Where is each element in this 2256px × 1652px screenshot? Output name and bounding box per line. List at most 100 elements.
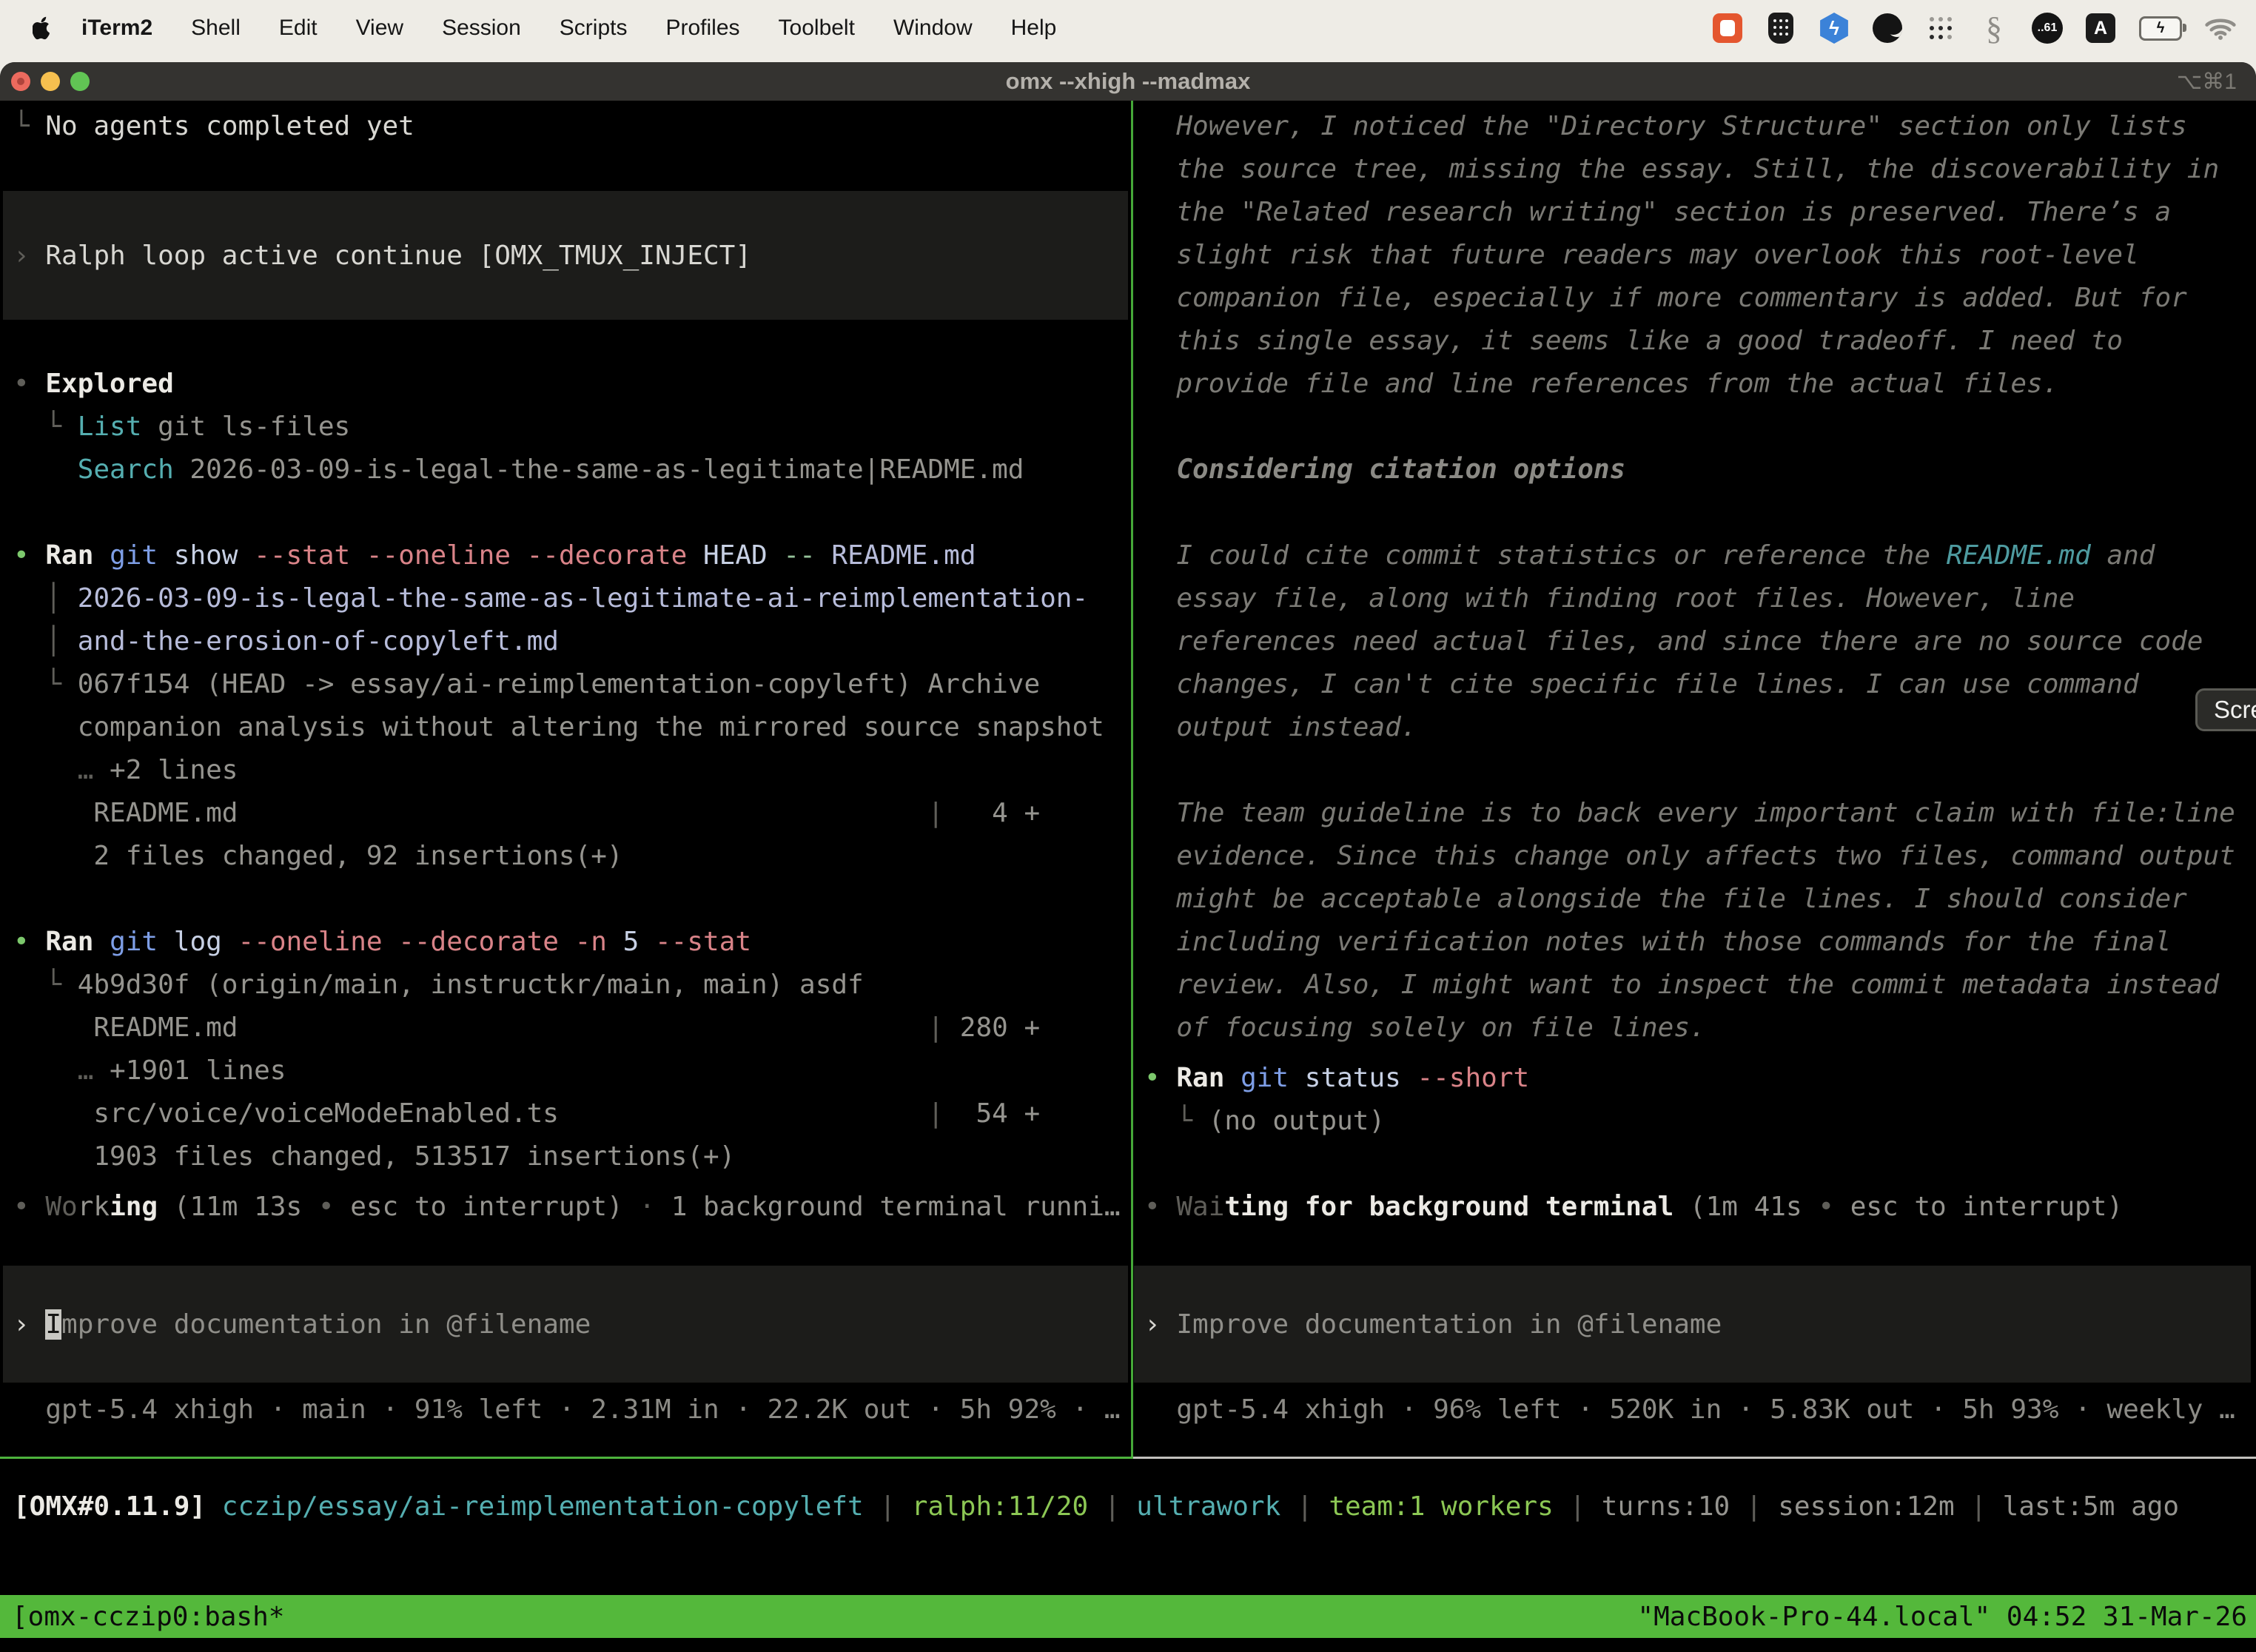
squiggle-icon[interactable]: § (1978, 12, 2010, 44)
terminal-line (1144, 491, 2254, 534)
terminal-line: slight risk that future readers may over… (1144, 234, 2254, 277)
apple-menu[interactable] (33, 16, 52, 40)
window-title: omx --xhigh --madmax (1006, 68, 1251, 95)
inactive-pane-border (1133, 1457, 2256, 1459)
terminal-line: Search 2026-03-09-is-legal-the-same-as-l… (13, 449, 1131, 491)
left-model-status-line: gpt-5.4 xhigh · main · 91% left · 2.31M … (0, 1389, 1131, 1431)
tmux-session-window-label[interactable]: [omx-cczip0:bash* (0, 1602, 284, 1632)
right-prompt-input[interactable]: › Improve documentation in @filename (1134, 1266, 2251, 1383)
terminal-line: • Ran git status --short (1144, 1057, 2254, 1100)
menu-bar: iTerm2 Shell Edit View Session Scripts P… (0, 0, 2256, 56)
terminal-line: └ List git ls-files (13, 406, 1131, 449)
terminal-line (1144, 406, 2254, 449)
shield-grid-icon[interactable] (1765, 12, 1797, 44)
terminal-line: might be acceptable alongside the file l… (1144, 878, 2254, 921)
left-transcript: • Explored └ List git ls-files Search 20… (0, 363, 1131, 1178)
terminal-line: of focusing solely on file lines. (1144, 1007, 2254, 1050)
terminal-line: … +1901 lines (13, 1050, 1131, 1092)
left-prompt-input[interactable]: › Improve documentation in @filename (3, 1266, 1128, 1383)
menu-item-window[interactable]: Window (893, 16, 973, 41)
terminal-line: • Explored (13, 363, 1131, 406)
tmux-host-clock: "MacBook-Pro-44.local" 04:52 31-Mar-26 (1637, 1602, 2256, 1632)
terminal-line: the source tree, missing the essay. Stil… (1144, 148, 2254, 191)
terminal-area: └ No agents completed yet › Ralph loop a… (0, 101, 2256, 1457)
left-transcript-top: └ No agents completed yet (0, 105, 1131, 148)
menu-bar-status-icons: ϟ § ..61 A ϟ (1711, 12, 2256, 44)
terminal-line: However, I noticed the "Directory Struct… (1144, 105, 2254, 148)
menu-item-app[interactable]: iTerm2 (81, 16, 152, 41)
terminal-line: essay file, along with finding root file… (1144, 577, 2254, 620)
terminal-line: • Ran git show --stat --oneline --decora… (13, 534, 1131, 577)
terminal-line: I could cite commit statistics or refere… (1144, 534, 2254, 577)
window-titlebar[interactable]: omx --xhigh --madmax ⌥⌘1 (0, 62, 2256, 101)
iterm2-window: omx --xhigh --madmax ⌥⌘1 └ No agents com… (0, 62, 2256, 1652)
right-model-status-line: gpt-5.4 xhigh · 96% left · 520K in · 5.8… (1131, 1389, 2254, 1431)
wifi-icon[interactable] (2204, 12, 2237, 44)
terminal-line: README.md | 280 + (13, 1007, 1131, 1050)
right-transcript: However, I noticed the "Directory Struct… (1131, 105, 2254, 1050)
menu-item-edit[interactable]: Edit (279, 16, 318, 41)
menu-item-session[interactable]: Session (442, 16, 521, 41)
terminal-line: The team guideline is to back every impo… (1144, 792, 2254, 835)
terminal-line: └ No agents completed yet (13, 105, 1131, 148)
terminal-line: evidence. Since this change only affects… (1144, 835, 2254, 878)
menu-items: iTerm2 Shell Edit View Session Scripts P… (81, 16, 1056, 41)
inject-banner[interactable]: › Ralph loop active continue [OMX_TMUX_I… (3, 191, 1128, 320)
menu-item-scripts[interactable]: Scripts (560, 16, 628, 41)
minimize-button[interactable] (41, 72, 60, 91)
terminal-line: └ 067f154 (HEAD -> essay/ai-reimplementa… (13, 663, 1131, 706)
terminal-line: the "Related research writing" section i… (1144, 191, 2254, 234)
terminal-line: … +2 lines (13, 749, 1131, 792)
terminal-line: 2 files changed, 92 insertions(+) (13, 835, 1131, 878)
menu-item-shell[interactable]: Shell (191, 16, 241, 41)
menu-item-help[interactable]: Help (1011, 16, 1057, 41)
terminal-line: └ 4b9d30f (origin/main, instructkr/main,… (13, 964, 1131, 1007)
terminal-line (1144, 1143, 2254, 1186)
terminal-line: • Ran git log --oneline --decorate -n 5 … (13, 921, 1131, 964)
pane-divider[interactable] (1131, 101, 1133, 1457)
menu-item-profiles[interactable]: Profiles (665, 16, 739, 41)
terminal-line: Considering citation options (1144, 449, 2254, 491)
terminal-line: README.md | 4 + (13, 792, 1131, 835)
terminal-line: gpt-5.4 xhigh · main · 91% left · 2.31M … (13, 1389, 1131, 1431)
pane-right[interactable]: However, I noticed the "Directory Struct… (1131, 101, 2254, 1457)
terminal-line: └ (no output) (1144, 1100, 2254, 1143)
menu-item-toolbelt[interactable]: Toolbelt (779, 16, 855, 41)
tmux-status-bar: [omx-cczip0:bash* "MacBook-Pro-44.local"… (0, 1595, 2256, 1638)
terminal-line (13, 878, 1131, 921)
close-button[interactable] (11, 72, 30, 91)
terminal-line (13, 491, 1131, 534)
gauge-61-icon[interactable]: ..61 (2031, 12, 2064, 44)
right-activity-lines: • Ran git status --short └ (no output) •… (1131, 1057, 2254, 1229)
terminal-line: output instead. (1144, 706, 2254, 749)
screen-record-icon[interactable] (1711, 12, 1744, 44)
omx-status-bar: [OMX#0.11.9] cczip/essay/ai-reimplementa… (0, 1459, 2256, 1595)
menu-item-view[interactable]: View (356, 16, 403, 41)
terminal-line: review. Also, I might want to inspect th… (1144, 964, 2254, 1007)
window-controls (11, 62, 90, 101)
window-shortcut-hint: ⌥⌘1 (2177, 62, 2237, 101)
hexagon-bolt-icon[interactable]: ϟ (1818, 12, 1850, 44)
terminal-line: │ and-the-erosion-of-copyleft.md (13, 620, 1131, 663)
battery-charging-icon[interactable]: ϟ (2138, 12, 2183, 44)
terminal-line: this single essay, it seems like a good … (1144, 320, 2254, 363)
apple-logo-icon (33, 16, 52, 40)
screen-overlay-label: Scre (2214, 696, 2256, 724)
right-bottom-block: • Ran git status --short └ (no output) •… (1131, 1057, 2254, 1457)
left-bottom-block: • Working (11m 13s • esc to interrupt) ·… (0, 1186, 1131, 1457)
left-working-status: • Working (11m 13s • esc to interrupt) ·… (0, 1186, 1131, 1229)
dots-grid-icon[interactable] (1924, 12, 1957, 44)
terminal-line: references need actual files, and since … (1144, 620, 2254, 663)
terminal-line: changes, I can't cite specific file line… (1144, 663, 2254, 706)
screen-overlay-button[interactable]: Scre (2195, 688, 2256, 731)
terminal-line: src/voice/voiceModeEnabled.ts | 54 + (13, 1092, 1131, 1135)
terminal-line: provide file and line references from th… (1144, 363, 2254, 406)
terminal-line: • Waiting for background terminal (1m 41… (1144, 1186, 2254, 1229)
pane-left[interactable]: └ No agents completed yet › Ralph loop a… (0, 101, 1131, 1457)
terminal-line: companion analysis without altering the … (13, 706, 1131, 749)
input-source-icon[interactable]: A (2084, 12, 2117, 44)
moon-circle-icon[interactable] (1871, 12, 1904, 44)
zoom-button[interactable] (70, 72, 90, 91)
terminal-line: companion file, especially if more comme… (1144, 277, 2254, 320)
terminal-line: including verification notes with those … (1144, 921, 2254, 964)
